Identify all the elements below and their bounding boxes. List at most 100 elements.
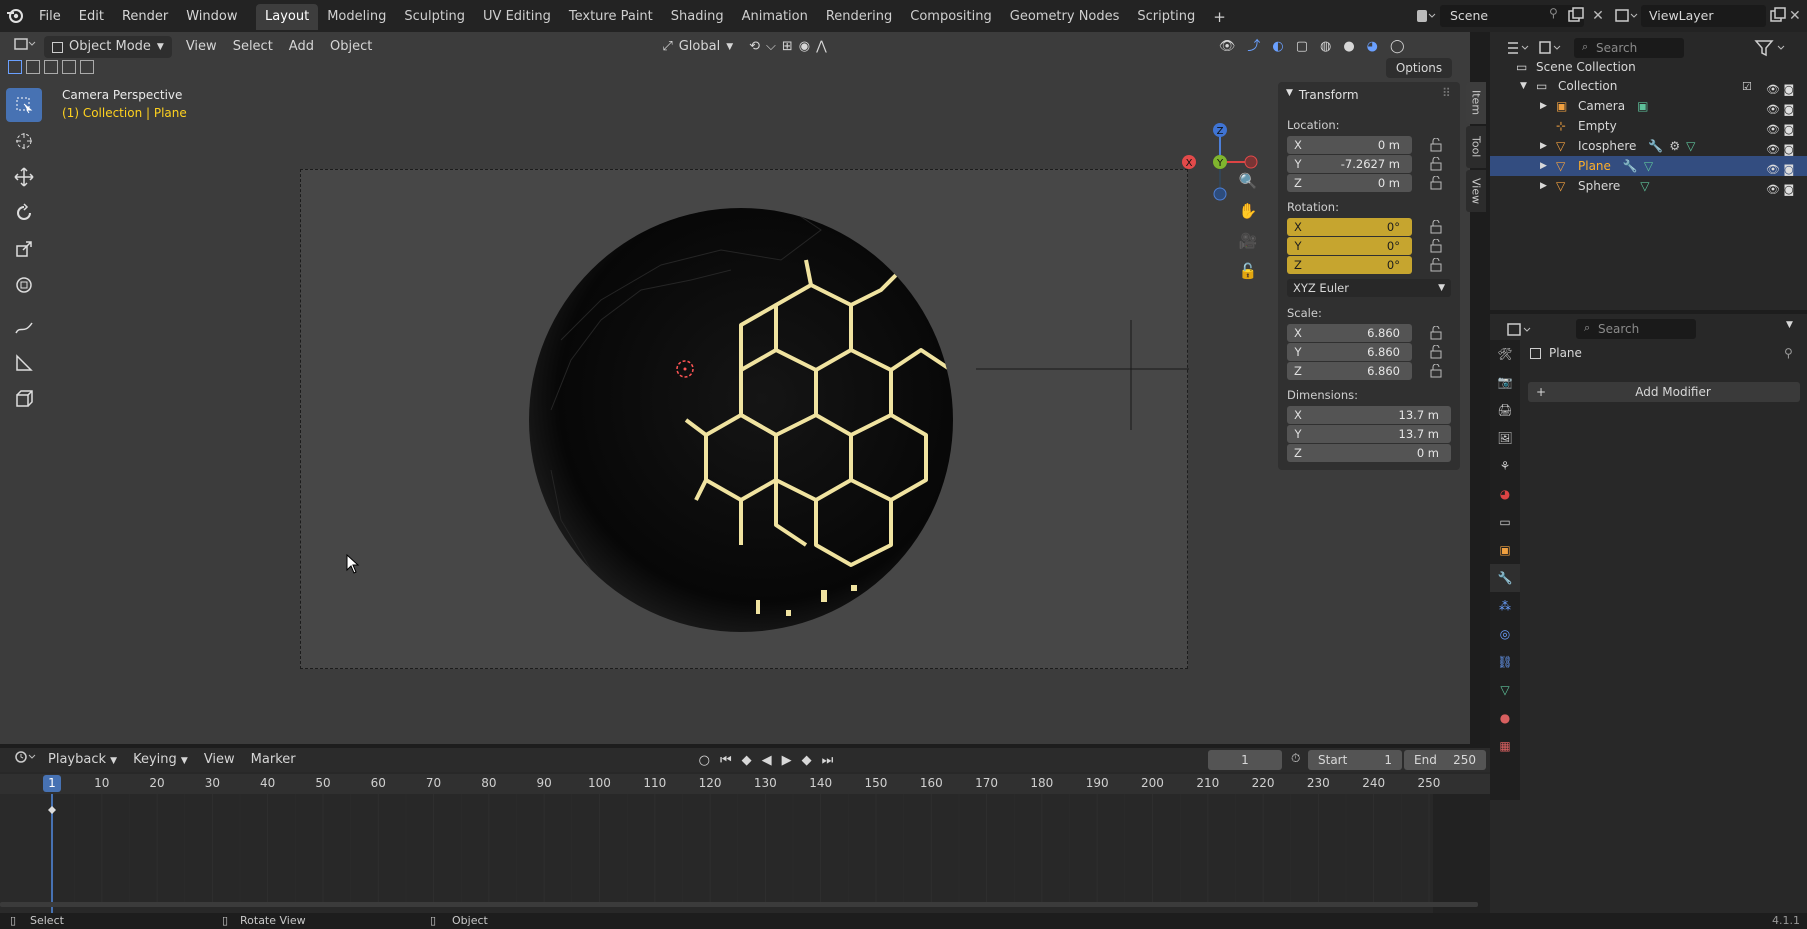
object-tab-icon[interactable]: ▣ [1490, 536, 1520, 564]
output-tab-icon[interactable]: 🖨 [1490, 396, 1520, 424]
overlays-icon[interactable]: ◐ [1272, 36, 1283, 58]
dimensions-x-field[interactable]: X 13.7 m [1287, 406, 1451, 424]
outliner-row-icosphere[interactable]: ▶ ▽ Icosphere 🔧 ⚙ ▽ [1490, 136, 1807, 156]
shading-material-icon[interactable]: ◕ [1367, 36, 1378, 58]
menu-view[interactable]: View [178, 36, 225, 58]
transform-orientation-dropdown[interactable]: ⤢ Global ▼ [654, 36, 741, 58]
modifier-icon[interactable]: 🔧 [1648, 139, 1663, 153]
shading-solid-icon[interactable]: ● [1343, 36, 1354, 58]
lock-rotation-z-icon[interactable] [1429, 258, 1443, 272]
scene-tab-icon[interactable]: ⚘ [1490, 452, 1520, 480]
timeline-editor[interactable]: Playback ▼ Keying ▼ View Marker ○ ⏮ ◆ ◀ … [0, 748, 1490, 913]
timeline-scrollbar[interactable] [0, 902, 1478, 907]
tab-layout[interactable]: Layout [256, 4, 319, 30]
snap-target-icon[interactable]: ⊞ [782, 36, 793, 58]
transform-tool-icon[interactable] [6, 268, 42, 302]
collection-tab-icon[interactable]: ▭ [1490, 508, 1520, 536]
shading-rendered-icon[interactable]: ◯ [1390, 36, 1405, 58]
falloff-icon[interactable]: ⋀ [816, 36, 827, 58]
dimensions-y-field[interactable]: Y 13.7 m [1287, 425, 1451, 443]
outliner-editor-type-icon[interactable] [1506, 38, 1532, 58]
options-button[interactable]: Options [1386, 58, 1452, 78]
select-new-icon[interactable] [8, 60, 22, 74]
tab-rendering[interactable]: Rendering [817, 4, 901, 30]
menu-edit[interactable]: Edit [70, 9, 113, 24]
menu-render[interactable]: Render [113, 9, 177, 24]
timeline-view-menu[interactable]: View [196, 749, 243, 771]
snap-icon[interactable]: ⌵ [766, 36, 776, 58]
timeline-marker-menu[interactable]: Marker [243, 749, 304, 771]
constraint-icon[interactable]: ⚙ [1669, 139, 1680, 153]
camera-data-icon[interactable]: ▣ [1637, 99, 1648, 113]
start-frame-field[interactable]: Start 1 [1308, 750, 1402, 770]
lock-scale-z-icon[interactable] [1429, 364, 1443, 378]
timeline-editor-type-icon[interactable] [6, 749, 40, 771]
lock-rotation-x-icon[interactable] [1429, 220, 1443, 234]
outliner-row-plane[interactable]: ▶ ▽ Plane 🔧 ▽ [1490, 156, 1807, 176]
tab-animation[interactable]: Animation [733, 4, 817, 30]
sidebar-tab-tool[interactable]: Tool [1466, 126, 1486, 168]
play-icon[interactable]: ▶ [782, 753, 792, 768]
lock-rotation-y-icon[interactable] [1429, 239, 1443, 253]
pan-hand-icon[interactable]: ✋ [1236, 202, 1260, 232]
jump-start-icon[interactable]: ⏮ [720, 753, 732, 768]
mesh-data-icon[interactable]: ▽ [1640, 179, 1649, 193]
tab-shading[interactable]: Shading [662, 4, 733, 30]
rotation-y-field[interactable]: Y 0° [1287, 237, 1412, 255]
lock-location-y-icon[interactable] [1429, 157, 1443, 171]
new-scene-icon[interactable] [1565, 5, 1587, 27]
location-z-field[interactable]: Z0 m [1287, 174, 1412, 192]
delete-view-layer-icon[interactable]: ✕ [1789, 5, 1805, 27]
properties-editor-type-icon[interactable] [1506, 320, 1536, 340]
outliner-search-input[interactable]: Search [1574, 38, 1684, 58]
select-subtract-icon[interactable] [44, 60, 58, 74]
scale-tool-icon[interactable] [6, 232, 42, 266]
rotation-x-field[interactable]: X 0° [1287, 218, 1412, 236]
rotate-tool-icon[interactable] [6, 196, 42, 230]
menu-add[interactable]: Add [281, 36, 322, 58]
view-layer-field[interactable]: ViewLayer [1641, 5, 1766, 27]
render-tab-icon[interactable]: 📷 [1490, 368, 1520, 396]
tab-compositing[interactable]: Compositing [901, 4, 1001, 30]
current-frame-field[interactable]: 1 [1208, 750, 1282, 770]
select-box-tool-icon[interactable] [6, 88, 42, 122]
texture-tab-icon[interactable]: ▦ [1490, 732, 1520, 760]
lock-scale-x-icon[interactable] [1429, 326, 1443, 340]
outliner-row-scene-collection[interactable]: ▭ Scene Collection [1490, 57, 1807, 77]
sphere-object[interactable] [529, 205, 953, 632]
shading-wire-icon[interactable]: ◍ [1320, 36, 1331, 58]
jump-keyframe-back-icon[interactable]: ◆ [742, 753, 752, 768]
location-y-field[interactable]: Y -7.2627 m [1287, 155, 1412, 173]
add-modifier-button[interactable]: + Add Modifier [1528, 382, 1800, 402]
menu-window[interactable]: Window [177, 9, 246, 24]
playhead-frame-label[interactable]: 1 [43, 775, 61, 792]
measure-tool-icon[interactable] [6, 346, 42, 380]
tab-texture-paint[interactable]: Texture Paint [560, 4, 662, 30]
scale-x-field[interactable]: X 6.860 [1287, 324, 1412, 342]
tab-modeling[interactable]: Modeling [318, 4, 395, 30]
world-tab-icon[interactable]: ◕ [1490, 480, 1520, 508]
end-frame-field[interactable]: End 250 [1404, 750, 1486, 770]
select-invert-icon[interactable] [80, 60, 94, 74]
outliner-row-camera[interactable]: ▶ ▣ Camera ▣ [1490, 96, 1807, 116]
view-layer-tab-icon[interactable]: 🖼 [1490, 424, 1520, 452]
lock-location-x-icon[interactable] [1429, 138, 1443, 152]
menu-select[interactable]: Select [225, 36, 281, 58]
visibility-icon[interactable]: 👁 [1219, 36, 1236, 58]
eye-icon[interactable]: 👁 ◙ [1766, 180, 1806, 200]
xray-icon[interactable]: ▢ [1296, 36, 1308, 58]
editor-type-icon[interactable] [6, 36, 40, 58]
tab-sculpting[interactable]: Sculpting [395, 4, 474, 30]
modifier-tab-icon[interactable]: 🔧 [1490, 564, 1520, 592]
pin-icon[interactable]: ⚲ [1549, 6, 1563, 24]
sidebar-tab-item[interactable]: Item [1466, 82, 1486, 124]
cursor-tool-icon[interactable] [6, 124, 42, 158]
chevron-right-icon[interactable]: ▶ [1540, 161, 1550, 171]
annotate-tool-icon[interactable] [6, 310, 42, 344]
eye-icon[interactable]: 👁 ◙ [1766, 120, 1806, 140]
outliner-row-empty[interactable]: ⊹ Empty [1490, 116, 1807, 136]
modifier-icon[interactable]: 🔧 [1623, 159, 1638, 173]
pivot-and-snap[interactable]: ⟲ ⌵ ⊞ ◉ ⋀ [741, 36, 835, 58]
proportional-edit-icon[interactable]: ◉ [799, 36, 810, 58]
tool-settings-tab-icon[interactable]: 🛠 [1490, 340, 1520, 368]
